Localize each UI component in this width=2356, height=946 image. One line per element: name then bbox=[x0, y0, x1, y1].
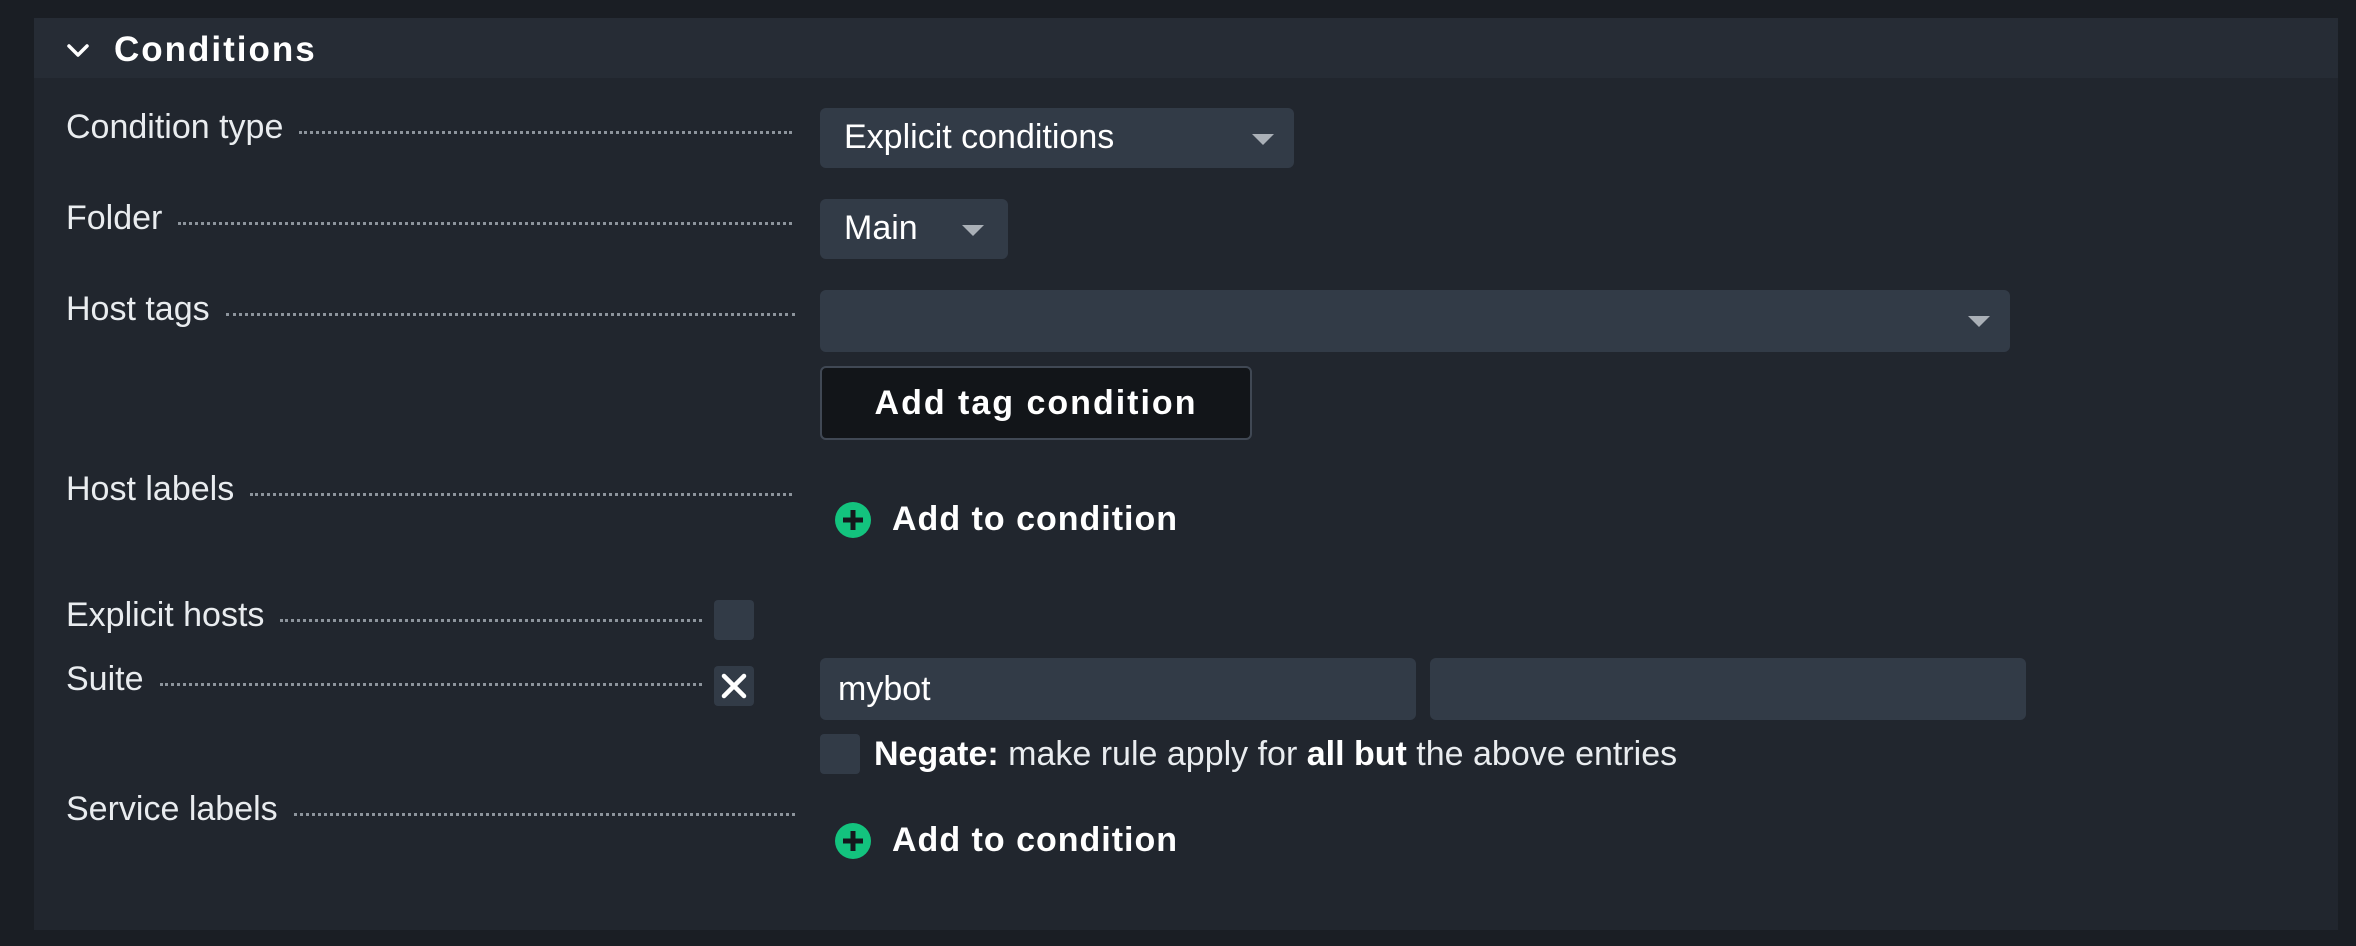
service-labels-add-label: Add to condition bbox=[892, 821, 1179, 859]
explicit-hosts-checkbox[interactable] bbox=[714, 600, 754, 640]
host-tags-label: Host tags bbox=[66, 290, 795, 329]
negate-option[interactable]: Negate: make rule apply for all but the … bbox=[820, 734, 1677, 774]
suite-checkbox[interactable] bbox=[714, 666, 754, 706]
dotted-leader bbox=[299, 131, 792, 134]
dropdown-arrow-icon bbox=[962, 225, 984, 236]
condition-type-value: Explicit conditions bbox=[844, 118, 1115, 156]
explicit-hosts-label: Explicit hosts bbox=[66, 596, 702, 635]
dotted-leader bbox=[159, 683, 702, 686]
suite-input-1[interactable] bbox=[820, 658, 1416, 720]
negate-strong-label: Negate: bbox=[874, 734, 999, 773]
dropdown-arrow-icon bbox=[1968, 316, 1990, 327]
plus-circle-icon bbox=[835, 822, 871, 859]
condition-type-label: Condition type bbox=[66, 108, 792, 147]
conditions-header[interactable]: Conditions bbox=[34, 18, 2338, 78]
chevron-down-icon[interactable] bbox=[64, 36, 92, 64]
negate-checkbox[interactable] bbox=[820, 734, 860, 774]
folder-select[interactable]: Main bbox=[820, 199, 1008, 259]
host-labels-add-button[interactable]: Add to condition bbox=[834, 500, 1178, 539]
plus-circle-icon bbox=[835, 501, 871, 538]
negate-text-2: the above entries bbox=[1406, 734, 1678, 773]
suite-input-2[interactable] bbox=[1430, 658, 2026, 720]
page: Conditions Condition type Explicit condi… bbox=[0, 0, 2356, 946]
negate-strong-label-2: all but bbox=[1306, 734, 1407, 773]
negate-text-1: make rule apply for bbox=[998, 734, 1307, 773]
service-labels-add-button[interactable]: Add to condition bbox=[834, 821, 1178, 860]
folder-value: Main bbox=[844, 209, 918, 247]
conditions-panel: Conditions Condition type Explicit condi… bbox=[34, 18, 2338, 930]
dotted-leader bbox=[280, 619, 702, 622]
dotted-leader bbox=[178, 222, 792, 225]
section-title: Conditions bbox=[114, 30, 317, 69]
close-icon bbox=[721, 673, 747, 699]
host-tags-select[interactable] bbox=[820, 290, 2010, 352]
dropdown-arrow-icon bbox=[1252, 134, 1274, 145]
condition-type-select[interactable]: Explicit conditions bbox=[820, 108, 1294, 168]
dotted-leader bbox=[293, 813, 795, 816]
folder-label: Folder bbox=[66, 199, 792, 238]
suite-label: Suite bbox=[66, 660, 702, 699]
dotted-leader bbox=[250, 493, 792, 496]
dotted-leader bbox=[225, 313, 795, 316]
service-labels-label: Service labels bbox=[66, 790, 795, 829]
add-tag-condition-button[interactable]: Add tag condition bbox=[820, 366, 1252, 440]
host-labels-add-label: Add to condition bbox=[892, 500, 1179, 538]
host-labels-label: Host labels bbox=[66, 470, 792, 509]
